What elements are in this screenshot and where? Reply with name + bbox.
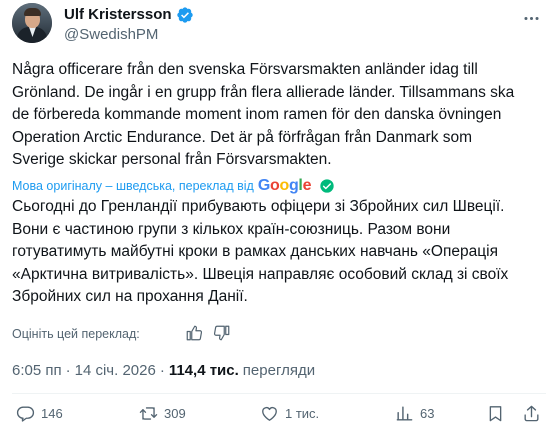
views-label: перегляди [242,362,316,379]
meta-separator: · [159,362,165,379]
thumbs-down-icon[interactable] [213,324,231,342]
translated-text: Сьогодні до Гренландії прибувають офіцер… [12,198,509,305]
tweet-header: Ulf Kristersson @SwedishPM [12,3,546,51]
thumbs-up-icon[interactable] [185,324,203,342]
google-logo-letter: e [302,177,312,194]
google-logo-letter: g [288,177,299,194]
reply-button[interactable]: 146 [16,404,63,423]
google-logo: Google [257,176,312,196]
meta-separator: · [65,362,71,379]
rate-translation-label: Оцініть цей переклад: [12,327,140,341]
retweet-icon [139,407,158,420]
verified-icon [176,6,194,24]
tweet-text: Några officerare från den svenska Försva… [12,61,515,168]
retweet-count: 309 [164,406,186,421]
tweet-date[interactable]: 14 січ. 2026 [75,361,156,381]
share-icon [524,405,539,422]
google-logo-letter: G [257,177,270,194]
author-handle[interactable]: @SwedishPM [64,25,158,45]
google-logo-letter: o [279,177,289,194]
rate-translation-buttons [185,324,231,342]
tweet-meta: 6:05 пп · 14 січ. 2026 · 114,4 тис. пере… [12,361,315,381]
avatar[interactable] [12,3,52,43]
bookmark-icon [489,406,502,422]
bookmark-button[interactable] [486,404,505,423]
divider [12,393,546,394]
like-icon [262,407,277,421]
tweet-time[interactable]: 6:05 пп [12,361,62,381]
action-bar: 146 309 1 тис. 63 [12,404,546,430]
views-button[interactable]: 63 [395,404,434,423]
more-icon[interactable] [516,3,546,33]
views-action-count: 63 [420,406,435,421]
author-name-row: Ulf Kristersson [64,5,194,25]
share-button[interactable] [522,404,541,423]
reply-count: 146 [41,406,63,421]
retweet-button[interactable]: 309 [139,404,186,423]
views-icon [396,406,413,421]
google-logo-letter: o [269,177,280,194]
reply-icon [16,406,35,422]
translation-link[interactable]: Мова оригіналу – шведська, переклад від [12,177,254,195]
author-display-name[interactable]: Ulf Kristersson [64,5,172,25]
like-button[interactable]: 1 тис. [260,404,319,423]
translation-attribution: Мова оригіналу – шведська, переклад від … [12,176,335,196]
like-count: 1 тис. [285,406,320,421]
check-circle-icon [319,178,335,194]
views-count: 114,4 тис. [168,362,239,379]
